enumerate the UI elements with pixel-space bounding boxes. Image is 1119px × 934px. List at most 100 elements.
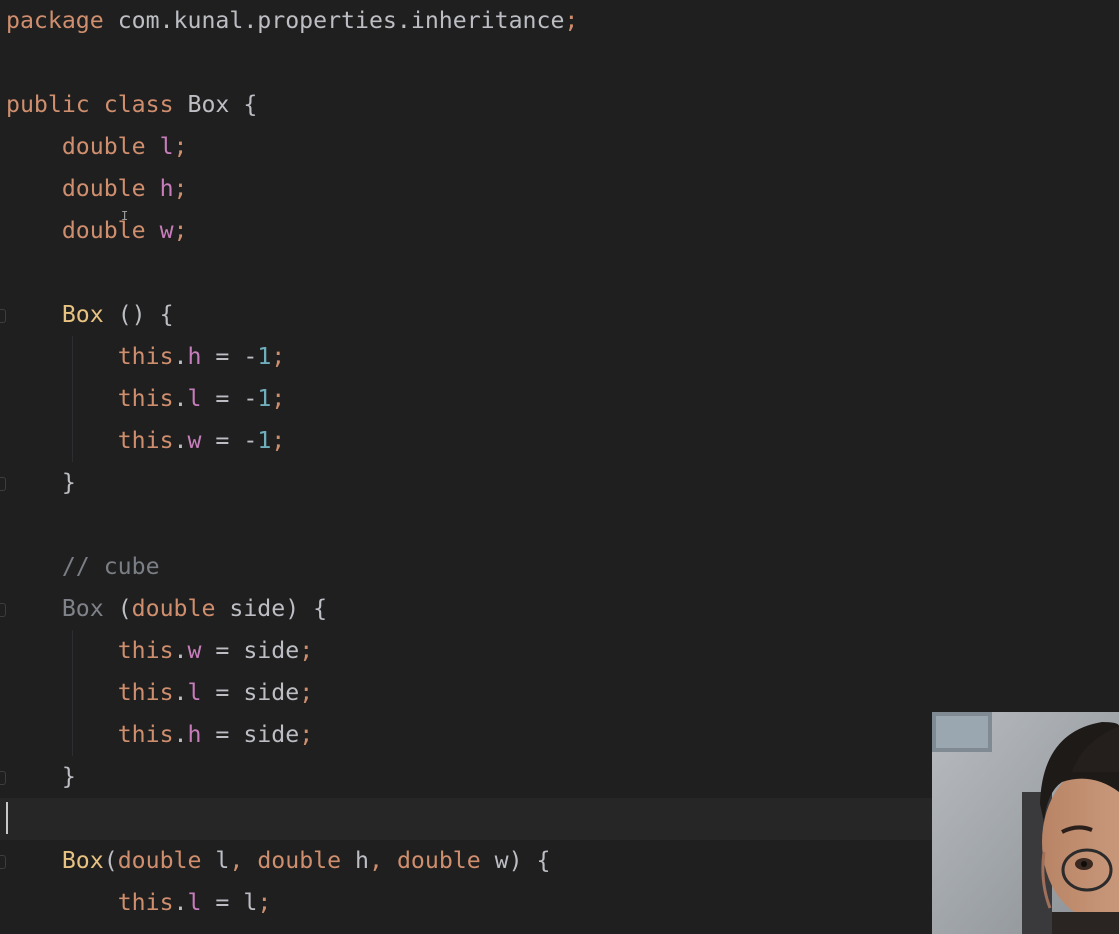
code-token: this: [117, 343, 174, 370]
code-line[interactable]: public class Box {: [0, 84, 1119, 126]
code-token: Box {: [173, 91, 258, 118]
code-token: .: [173, 637, 188, 664]
code-token: ;: [299, 679, 314, 706]
code-line[interactable]: double w;: [0, 210, 1119, 252]
webcam-overlay: [932, 712, 1119, 934]
text-caret: [6, 802, 8, 834]
code-token: ;: [257, 889, 272, 916]
code-token: }: [6, 763, 76, 790]
code-token: l: [187, 889, 202, 916]
code-line[interactable]: Box () {: [0, 294, 1119, 336]
code-token: l: [159, 133, 174, 160]
code-token: Box: [61, 595, 104, 622]
code-token: this: [117, 679, 174, 706]
code-token: .: [173, 721, 188, 748]
code-line[interactable]: Box (double side) {: [0, 588, 1119, 630]
code-line[interactable]: this.w = -1;: [0, 420, 1119, 462]
code-token: package: [6, 7, 104, 34]
code-token: () {: [103, 301, 174, 328]
code-token: com.kunal.properties.inheritance: [103, 7, 565, 34]
code-token: double: [257, 847, 342, 874]
code-editor[interactable]: package com.kunal.properties.inheritance…: [0, 0, 1119, 934]
presenter-face-image: [932, 712, 1119, 934]
code-token: = side: [201, 721, 300, 748]
code-token: double: [61, 175, 146, 202]
code-line[interactable]: [0, 252, 1119, 294]
code-token: ;: [173, 217, 188, 244]
i-beam-cursor-icon: I: [121, 209, 129, 223]
code-token: 1: [257, 427, 272, 454]
code-token: this: [117, 427, 174, 454]
code-token: ;: [299, 721, 314, 748]
code-token: 1: [257, 343, 272, 370]
code-token: this: [117, 637, 174, 664]
code-token: Box: [61, 301, 104, 328]
code-token: = -: [201, 385, 258, 412]
code-token: = -: [201, 343, 258, 370]
code-token: = side: [201, 679, 300, 706]
code-token: l: [201, 847, 230, 874]
code-token: // cube: [61, 553, 160, 580]
code-token: .: [173, 385, 188, 412]
code-token: ,: [369, 847, 383, 874]
code-token: ;: [299, 637, 314, 664]
code-token: Box: [61, 847, 104, 874]
code-token: l: [187, 385, 202, 412]
code-token: public: [6, 91, 90, 118]
code-token: .: [173, 343, 188, 370]
code-token: = -: [201, 427, 258, 454]
code-token: 1: [257, 385, 272, 412]
code-token: (: [103, 595, 132, 622]
code-token: double: [61, 133, 146, 160]
code-token: .: [173, 427, 188, 454]
code-token: h: [159, 175, 174, 202]
code-token: this: [117, 889, 174, 916]
code-line[interactable]: package com.kunal.properties.inheritance…: [0, 0, 1119, 42]
code-line[interactable]: this.l = side;: [0, 672, 1119, 714]
code-token: side) {: [215, 595, 328, 622]
code-line[interactable]: [0, 42, 1119, 84]
code-token: .: [173, 889, 188, 916]
code-token: .: [173, 679, 188, 706]
code-line[interactable]: [0, 504, 1119, 546]
code-line[interactable]: this.l = -1;: [0, 378, 1119, 420]
code-token: ,: [229, 847, 244, 874]
code-token: class: [103, 91, 174, 118]
code-token: ;: [173, 133, 188, 160]
code-token: double: [131, 595, 216, 622]
code-token: h: [187, 721, 202, 748]
code-token: w: [159, 217, 174, 244]
code-token: double: [61, 217, 146, 244]
code-token: this: [117, 385, 174, 412]
code-line[interactable]: double l;: [0, 126, 1119, 168]
code-token: double: [396, 847, 481, 874]
code-line[interactable]: // cube: [0, 546, 1119, 588]
code-token: w: [187, 427, 202, 454]
code-token: = side: [201, 637, 300, 664]
code-token: this: [117, 721, 174, 748]
code-token: (: [103, 847, 118, 874]
code-line[interactable]: this.h = -1;: [0, 336, 1119, 378]
code-line[interactable]: this.w = side;: [0, 630, 1119, 672]
code-line[interactable]: double h;: [0, 168, 1119, 210]
code-token: }: [6, 469, 76, 496]
code-token: double: [117, 847, 202, 874]
code-token: = l: [201, 889, 258, 916]
code-line[interactable]: }: [0, 462, 1119, 504]
